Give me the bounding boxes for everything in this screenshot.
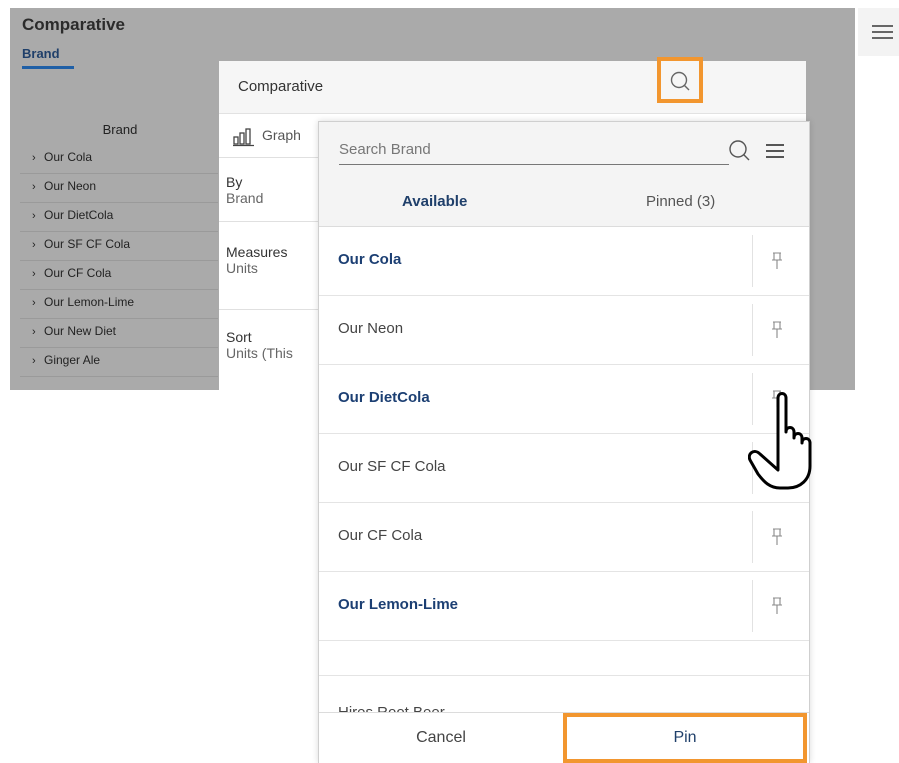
brand-item-list: Our Cola Our Neon Our DietCola Our SF CF… [319, 227, 809, 641]
menu-icon-bar [766, 144, 784, 146]
chevron-right-icon: › [32, 268, 36, 280]
pin-icon[interactable] [771, 597, 783, 615]
search-input[interactable] [339, 134, 729, 165]
item-name: Our Cola [338, 251, 402, 268]
list-item[interactable]: › Our Lemon-Lime [20, 290, 218, 319]
tab-graph[interactable]: Graph [262, 127, 301, 143]
chevron-right-icon: › [32, 181, 36, 193]
item-name: Our Lemon-Lime [338, 596, 459, 613]
item-name: Hires Root Beer [338, 704, 445, 712]
chevron-right-icon: › [32, 326, 36, 338]
by-value: Brand [226, 190, 264, 206]
menu-icon-bar [872, 25, 893, 27]
tab-pinned[interactable]: Pinned (3) [646, 193, 715, 210]
divider [752, 511, 753, 563]
main-menu-button[interactable] [858, 8, 899, 56]
measures-field[interactable]: Measures Units [226, 244, 287, 276]
list-item[interactable]: Our Cola [319, 227, 809, 296]
list-item[interactable]: Our SF CF Cola [319, 434, 809, 503]
tab-available[interactable]: Available [402, 193, 467, 210]
menu-icon-bar [872, 31, 893, 33]
pin-button[interactable]: Pin [563, 713, 807, 763]
by-field[interactable]: By Brand [226, 174, 263, 206]
pin-icon[interactable] [771, 321, 783, 339]
dialog-search-button[interactable] [657, 57, 703, 103]
list-item[interactable]: › Our Neon [20, 174, 218, 203]
search-icon[interactable] [727, 138, 753, 164]
divider [752, 235, 753, 287]
graph-icon [233, 128, 254, 147]
background-title: Comparative [22, 15, 125, 34]
measures-value: Units [226, 260, 258, 276]
chevron-right-icon: › [32, 355, 36, 367]
cancel-button[interactable]: Cancel [319, 713, 563, 763]
item-name: Our Neon [338, 320, 404, 337]
list-item[interactable]: Our DietCola [319, 365, 809, 434]
menu-icon-bar [766, 156, 784, 158]
chevron-right-icon: › [32, 297, 36, 309]
divider [752, 580, 753, 632]
list-item[interactable]: Our CF Cola [319, 503, 809, 572]
list-item[interactable]: › Our Cola [20, 145, 218, 174]
tab-bar: Available Pinned (3) [319, 178, 809, 227]
tab-brand[interactable]: Brand [22, 46, 60, 61]
dialog-header: Comparative [219, 61, 806, 114]
dialog-title: Comparative [238, 78, 324, 95]
divider [219, 221, 319, 222]
pin-icon[interactable] [771, 528, 783, 546]
item-name: Our SF CF Cola [338, 458, 446, 475]
list-item[interactable]: Hires Root Beer [319, 675, 809, 712]
pin-icon[interactable] [771, 252, 783, 270]
chevron-right-icon: › [32, 210, 36, 222]
search-bar [319, 122, 809, 178]
search-brand-panel: Available Pinned (3) Our Cola Our Neon O… [318, 121, 810, 763]
by-label: By [226, 174, 243, 190]
hand-cursor-icon [748, 392, 812, 490]
list-item[interactable]: › Our CF Cola [20, 261, 218, 290]
list-item[interactable]: › Our SF CF Cola [20, 232, 218, 261]
sort-label: Sort [226, 329, 252, 345]
sort-field[interactable]: Sort Units (This [226, 329, 293, 361]
list-item[interactable]: Our Neon [319, 296, 809, 365]
menu-icon-bar [872, 37, 893, 39]
divider [219, 309, 319, 310]
menu-icon[interactable] [766, 142, 786, 158]
item-name: Our CF Cola [338, 527, 423, 544]
list-item[interactable]: Our Lemon-Lime [319, 572, 809, 641]
chevron-right-icon: › [32, 152, 36, 164]
menu-icon-bar [766, 150, 784, 152]
list-item[interactable]: › Our New Diet [20, 319, 218, 348]
dialog-footer: Cancel Pin [319, 712, 809, 763]
sort-value: Units (This [226, 345, 293, 361]
measures-label: Measures [226, 244, 288, 260]
divider [752, 304, 753, 356]
list-item[interactable]: › Our DietCola [20, 203, 218, 232]
chevron-right-icon: › [32, 239, 36, 251]
item-name: Our DietCola [338, 389, 430, 406]
search-icon [670, 71, 690, 91]
scroll-gap [319, 646, 809, 676]
column-header-brand: Brand [102, 122, 138, 137]
brand-list: › Our Cola › Our Neon › Our DietCola › Our S… [20, 145, 218, 377]
tab-underline [22, 66, 74, 69]
list-item[interactable]: › Ginger Ale [20, 348, 218, 377]
